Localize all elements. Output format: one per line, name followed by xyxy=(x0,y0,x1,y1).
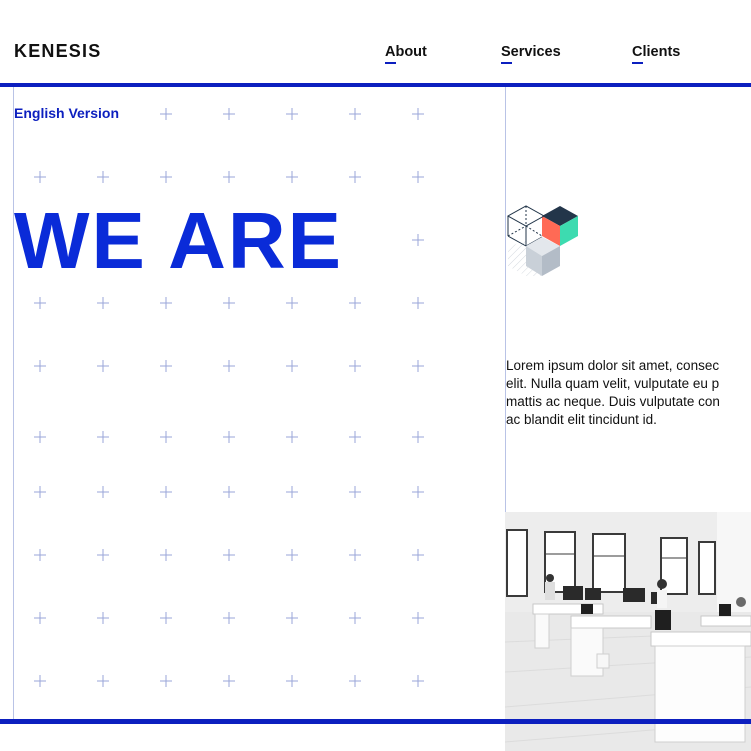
intro-paragraph: Lorem ipsum dolor sit amet, consec elit.… xyxy=(506,357,751,429)
isometric-cubes-icon xyxy=(506,205,578,276)
intro-line: ac blandit elit tincidunt id. xyxy=(506,412,657,427)
intro-line: mattis ac neque. Duis vulputate con xyxy=(506,394,720,409)
footer-divider xyxy=(0,719,751,724)
hero-heading: WE ARE xyxy=(14,196,344,285)
intro-line: elit. Nulla quam velit, vulputate eu p xyxy=(506,376,720,391)
intro-line: Lorem ipsum dolor sit amet, consec xyxy=(506,358,720,373)
office-photo xyxy=(505,512,751,751)
